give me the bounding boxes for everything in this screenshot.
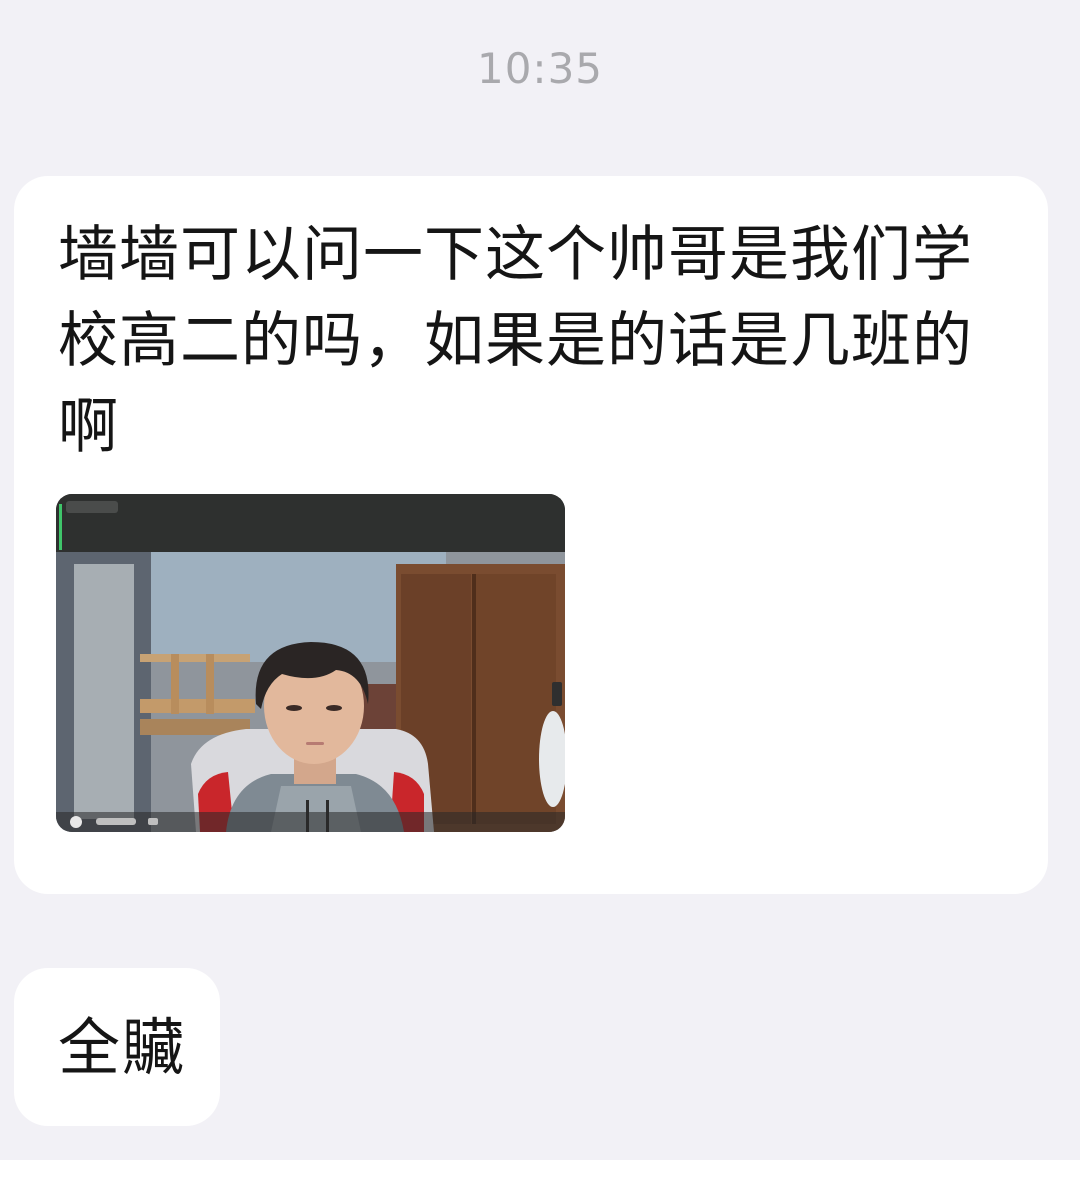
message-text-2: 全贜: [58, 1011, 187, 1084]
message-bubble-1[interactable]: 墙墙可以问一下这个帅哥是我们学校高二的吗，如果是的话是几班的啊: [14, 176, 1048, 894]
message-photo-attachment[interactable]: [56, 494, 565, 832]
message-timestamp: 10:35: [476, 44, 604, 93]
message-text-1: 墙墙可以问一下这个帅哥是我们学校高二的吗，如果是的话是几班的啊: [58, 220, 973, 462]
webcam-photo-illustration: [56, 494, 565, 832]
bottom-strip: [0, 1160, 1080, 1186]
message-bubble-2[interactable]: 全贜: [14, 968, 220, 1126]
